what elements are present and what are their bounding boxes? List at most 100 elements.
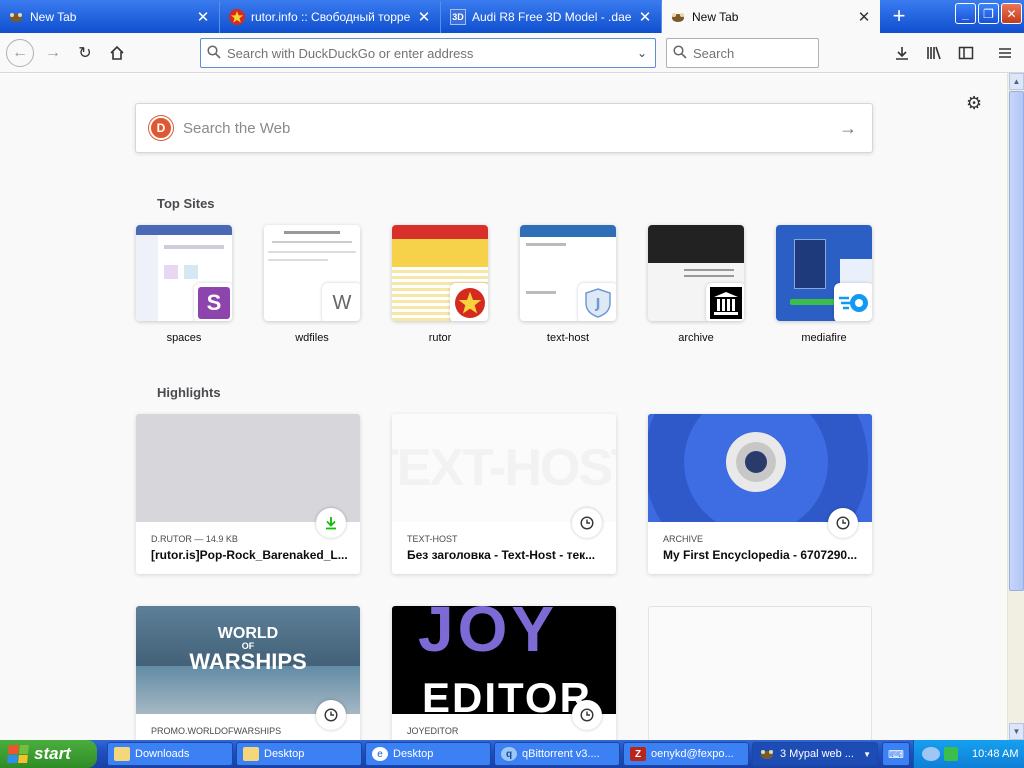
close-tab-icon[interactable]: ✕ xyxy=(195,8,211,26)
site-thumbnail: S xyxy=(136,225,232,321)
top-site-archive[interactable]: archive xyxy=(648,225,744,344)
taskbar-item-label: 3 Mypal web ... xyxy=(780,748,854,760)
highlight-card-empty xyxy=(648,606,872,740)
top-site-label: mediafire xyxy=(801,332,847,344)
search-box[interactable]: Search xyxy=(666,38,819,68)
card-title: Без заголовка - Text-Host - тек... xyxy=(407,548,596,562)
clock-icon xyxy=(572,700,602,730)
scroll-down-arrow-icon[interactable]: ▼ xyxy=(1009,723,1024,740)
mediafire-logo-icon xyxy=(834,283,872,321)
highlight-card-rutor[interactable]: D.RUTOR — 14.9 KB [rutor.is]Pop-Rock_Bar… xyxy=(136,414,360,574)
vertical-scrollbar[interactable]: ▲ ▼ xyxy=(1007,73,1024,740)
highlights-heading: Highlights xyxy=(157,385,221,400)
top-site-rutor[interactable]: rutor xyxy=(392,225,488,344)
text-host-logo-icon: J xyxy=(578,283,616,321)
library-icon[interactable] xyxy=(924,43,944,63)
keyboard-layout-icon[interactable]: ⌨ xyxy=(882,742,910,766)
navigation-toolbar: ← → ↻ Search with DuckDuckGo or enter ad… xyxy=(0,33,1024,73)
taskbar-item-label: Desktop xyxy=(393,748,434,760)
reload-icon[interactable]: ↻ xyxy=(71,39,99,67)
web-search-input[interactable]: Search the Web xyxy=(183,120,824,137)
hamburger-menu-icon[interactable] xyxy=(995,43,1015,63)
filezilla-icon: Z xyxy=(630,747,646,761)
tab-audi-r8[interactable]: 3D Audi R8 Free 3D Model - .dae .bl ✕ xyxy=(442,1,662,33)
clock[interactable]: 10:48 AM xyxy=(972,748,1018,760)
top-sites-heading: Top Sites xyxy=(157,196,215,211)
taskbar-item-label: qBittorrent v3.... xyxy=(522,748,600,760)
back-arrow-icon[interactable]: ← xyxy=(6,39,34,67)
download-icon[interactable] xyxy=(892,43,912,63)
wdfiles-logo-icon: W xyxy=(322,283,360,321)
card-title: My First Encyclopedia - 6707290... xyxy=(663,548,858,562)
top-site-label: wdfiles xyxy=(295,332,329,344)
web-search-box[interactable]: D Search the Web → xyxy=(135,103,873,153)
gear-icon[interactable]: ⚙ xyxy=(966,93,982,114)
top-site-mediafire[interactable]: mediafire xyxy=(776,225,872,344)
duckduckgo-logo-icon: D xyxy=(149,116,173,140)
start-button[interactable]: start xyxy=(0,740,97,768)
card-meta: JOYEDITOR xyxy=(407,726,459,736)
card-title: [rutor.is]Pop-Rock_Barenaked_L... xyxy=(151,548,348,562)
highlight-card-text-host[interactable]: TEXT-HOST TEXT-HOST Без заголовка - Text… xyxy=(392,414,616,574)
tab-new-tab-1[interactable]: New Tab ✕ xyxy=(0,1,220,33)
top-site-spaces[interactable]: S spaces xyxy=(136,225,232,344)
network-icon[interactable] xyxy=(944,747,958,761)
qbittorrent-tray-icon[interactable] xyxy=(922,747,940,761)
mypal-icon xyxy=(8,9,24,25)
taskbar-item-qbittorrent[interactable]: q qBittorrent v3.... xyxy=(494,742,620,766)
windows-flag-icon xyxy=(7,745,29,763)
sidebar-icon[interactable] xyxy=(956,43,976,63)
system-tray: 10:48 AM xyxy=(913,740,1024,768)
top-site-label: spaces xyxy=(166,332,202,344)
card-meta: ARCHIVE xyxy=(663,534,704,544)
search-input[interactable]: Search xyxy=(693,46,734,61)
minimize-icon[interactable]: _ xyxy=(955,3,976,24)
highlight-card-archive[interactable]: ARCHIVE My First Encyclopedia - 6707290.… xyxy=(648,414,872,574)
search-icon xyxy=(667,44,693,62)
tab-rutor[interactable]: rutor.info :: Свободный торрент ✕ xyxy=(221,1,441,33)
windows-taskbar: start Downloads Desktop e Desktop q qBit… xyxy=(0,740,1024,768)
close-tab-icon[interactable]: ✕ xyxy=(416,8,432,26)
scroll-up-arrow-icon[interactable]: ▲ xyxy=(1009,73,1024,90)
mypal-icon xyxy=(759,747,775,761)
clock-icon xyxy=(828,508,858,538)
taskbar-item-mypal[interactable]: 3 Mypal web ... ▼ xyxy=(752,742,878,766)
site-thumbnail: W xyxy=(264,225,360,321)
taskbar-item-label: oenykd@fexpo... xyxy=(651,748,734,760)
highlight-card-joyeditor[interactable]: JOY EDITOR JOYEDITOR xyxy=(392,606,616,740)
taskbar-item-desktop-2[interactable]: e Desktop xyxy=(365,742,491,766)
top-site-text-host[interactable]: J text-host xyxy=(520,225,616,344)
new-tab-plus-icon[interactable]: + xyxy=(888,5,910,28)
new-tab-page: ⚙ D Search the Web → Top Sites S spaces … xyxy=(0,74,1007,740)
tab-title: New Tab xyxy=(692,9,739,24)
chevron-down-icon[interactable]: ⌄ xyxy=(629,46,655,60)
url-input[interactable]: Search with DuckDuckGo or enter address xyxy=(227,46,629,61)
close-window-icon[interactable]: ✕ xyxy=(1001,3,1022,24)
taskbar-item-label: Desktop xyxy=(264,748,305,760)
window-controls: _ ❐ ✕ xyxy=(955,3,1022,24)
taskbar-item-filezilla[interactable]: Z oenykd@fexpo... xyxy=(623,742,749,766)
forward-arrow-icon[interactable]: → xyxy=(39,39,67,67)
close-tab-icon[interactable]: ✕ xyxy=(856,8,872,26)
download-icon xyxy=(316,508,346,538)
top-site-label: text-host xyxy=(546,332,590,344)
tab-new-tab-active[interactable]: New Tab ✕ xyxy=(662,0,880,33)
top-site-wdfiles[interactable]: W wdfiles xyxy=(264,225,360,344)
tab-title: Audi R8 Free 3D Model - .dae .bl xyxy=(472,10,631,24)
restore-icon[interactable]: ❐ xyxy=(978,3,999,24)
card-image xyxy=(136,414,360,522)
home-icon[interactable] xyxy=(103,39,131,67)
scrollbar-thumb[interactable] xyxy=(1009,91,1024,591)
card-image: WORLD OF WARSHIPS xyxy=(136,606,360,714)
folder-icon xyxy=(114,747,130,761)
3d-icon: 3D xyxy=(450,9,466,25)
tab-title: rutor.info :: Свободный торрент xyxy=(251,10,410,24)
taskbar-item-desktop-1[interactable]: Desktop xyxy=(236,742,362,766)
arrow-right-icon[interactable]: → xyxy=(824,118,872,139)
taskbar-item-downloads[interactable]: Downloads xyxy=(107,742,233,766)
url-bar[interactable]: Search with DuckDuckGo or enter address … xyxy=(200,38,656,68)
svg-text:J: J xyxy=(595,297,601,312)
search-icon xyxy=(201,44,227,62)
close-tab-icon[interactable]: ✕ xyxy=(637,8,653,26)
highlight-card-worldofwarships[interactable]: WORLD OF WARSHIPS PROMO.WORLDOFWARSHIPS xyxy=(136,606,360,740)
